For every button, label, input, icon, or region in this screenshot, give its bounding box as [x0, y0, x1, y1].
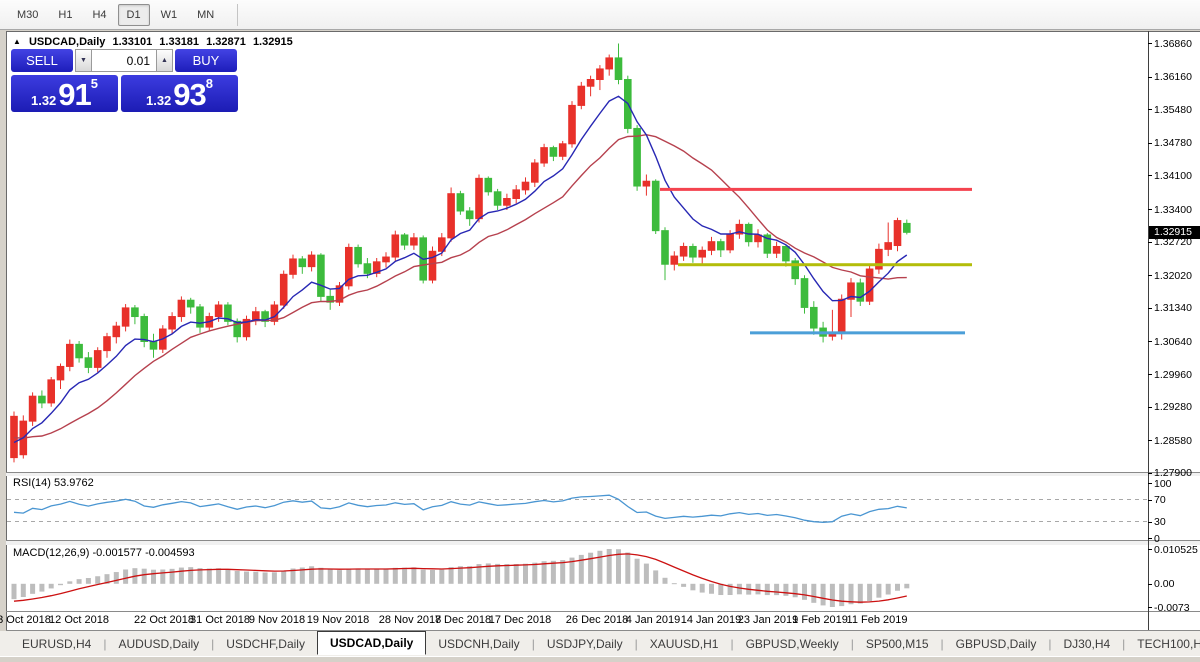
macd-axis-tick — [1148, 607, 1152, 608]
tab-audusd-daily[interactable]: AUDUSD,Daily — [106, 633, 211, 655]
date-axis-label: 12 Oct 2018 — [49, 614, 109, 626]
hline-resistance[interactable] — [660, 187, 972, 191]
price-axis-tick — [1148, 109, 1152, 110]
price-axis-label: 1.34780 — [1154, 137, 1192, 149]
tab-tech100-h1[interactable]: TECH100,H1 — [1125, 633, 1200, 655]
date-axis-label: 7 Dec 2018 — [434, 614, 492, 626]
hline-mid-support[interactable] — [678, 263, 972, 267]
date-axis-label: 9 Nov 2018 — [248, 614, 306, 626]
price-axis-tick — [1148, 43, 1152, 44]
price-axis-label: 1.36860 — [1154, 38, 1192, 50]
macd-axis-label: -0.0073 — [1154, 602, 1190, 614]
timeframe-button-h4[interactable]: H4 — [83, 4, 115, 26]
toolbar-separator — [237, 3, 239, 26]
tab-xauusd-h1[interactable]: XAUUSD,H1 — [638, 633, 731, 655]
tab-eurusd-h4[interactable]: EURUSD,H4 — [10, 633, 103, 655]
price-axis-label: 1.33400 — [1154, 204, 1192, 216]
date-axis-label: 28 Nov 2018 — [378, 614, 442, 626]
macd-bottom-border — [6, 611, 1200, 612]
price-axis-label: 1.28580 — [1154, 435, 1192, 447]
tab-usdchf-daily[interactable]: USDCHF,Daily — [214, 633, 317, 655]
price-axis-label: 1.34100 — [1154, 170, 1192, 182]
price-axis-label: 1.29280 — [1154, 401, 1192, 413]
rsi-axis-tick — [1148, 500, 1152, 501]
tab-sp500-m15[interactable]: SP500,M15 — [854, 633, 941, 655]
price-axis-tick — [1148, 242, 1152, 243]
rsi-axis-tick — [1148, 538, 1152, 539]
price-axis-tick — [1148, 77, 1152, 78]
price-axis-label: 1.32020 — [1154, 270, 1192, 282]
timeframe-button-d1[interactable]: D1 — [117, 3, 150, 26]
current-price-tag: 1.32915 — [1149, 226, 1200, 239]
tab-dj30-h4[interactable]: DJ30,H4 — [1051, 633, 1122, 655]
main-price-chart[interactable] — [7, 32, 1148, 472]
rsi-axis-label: 70 — [1154, 494, 1166, 506]
rsi-axis-label: 30 — [1154, 516, 1166, 528]
tab-usdcnh-daily[interactable]: USDCNH,Daily — [426, 633, 531, 655]
price-axis-tick — [1148, 143, 1152, 144]
price-axis-border — [1148, 31, 1149, 630]
timeframe-button-w1[interactable]: W1 — [152, 4, 187, 26]
tab-usdcad-daily[interactable]: USDCAD,Daily — [316, 630, 427, 655]
date-axis-label: 23 Jan 2019 — [737, 614, 799, 626]
date-axis-label: 31 Oct 2018 — [190, 614, 250, 626]
chart-tab-bar: EURUSD,H4 | AUDUSD,Daily | USDCHF,Daily USDCA… — [0, 630, 1200, 656]
rsi-axis-label: 100 — [1154, 478, 1172, 490]
price-axis-tick — [1148, 440, 1152, 441]
date-axis-label: 11 Feb 2019 — [846, 614, 908, 626]
date-axis-label: 19 Nov 2018 — [306, 614, 370, 626]
price-axis-label: 1.29960 — [1154, 369, 1192, 381]
macd-axis-label: 0.010525 — [1154, 544, 1198, 556]
date-axis-label: 3 Oct 2018 — [0, 614, 51, 626]
price-axis-label: 1.35480 — [1154, 104, 1192, 116]
rsi-panel[interactable] — [7, 476, 1148, 540]
rsi-axis-tick — [1148, 483, 1152, 484]
price-axis-tick — [1148, 209, 1152, 210]
timeframe-button-mn[interactable]: MN — [188, 4, 223, 26]
timeframe-button-m30[interactable]: M30 — [8, 4, 47, 26]
tab-gbpusd-weekly[interactable]: GBPUSD,Weekly — [734, 633, 851, 655]
date-axis-label: 26 Dec 2018 — [565, 614, 629, 626]
price-axis-tick — [1148, 341, 1152, 342]
timeframe-buttons: M30 H1 H4 D1 W1 MN — [8, 3, 225, 26]
price-axis-label: 1.31340 — [1154, 302, 1192, 314]
date-axis-label: 1 Feb 2019 — [792, 614, 848, 626]
rsi-axis-tick — [1148, 522, 1152, 523]
price-axis-label: 1.36160 — [1154, 71, 1192, 83]
macd-axis-label: 0.00 — [1154, 578, 1175, 590]
macd-axis-tick — [1148, 549, 1152, 550]
timeframe-button-h1[interactable]: H1 — [49, 4, 81, 26]
date-axis-label: 14 Jan 2019 — [680, 614, 742, 626]
hline-low-support[interactable] — [750, 331, 965, 335]
tab-usdjpy-daily[interactable]: USDJPY,Daily — [535, 633, 635, 655]
macd-panel[interactable] — [7, 545, 1148, 611]
status-strip — [0, 656, 1200, 662]
price-axis-tick — [1148, 275, 1152, 276]
date-axis-label: 4 Jan 2019 — [625, 614, 681, 626]
price-axis-tick — [1148, 374, 1152, 375]
chart-tabs: EURUSD,H4 | AUDUSD,Daily | USDCHF,Daily USDCA… — [10, 630, 1200, 656]
date-axis-label: 22 Oct 2018 — [134, 614, 194, 626]
price-axis-tick — [1148, 175, 1152, 176]
date-axis-label: 17 Dec 2018 — [488, 614, 552, 626]
tab-gbpusd-daily[interactable]: GBPUSD,Daily — [944, 633, 1049, 655]
price-axis-tick — [1148, 473, 1152, 474]
price-axis-tick — [1148, 407, 1152, 408]
price-axis-tick — [1148, 308, 1152, 309]
macd-axis-tick — [1148, 584, 1152, 585]
timeframe-toolbar: M30 H1 H4 D1 W1 MN — [0, 0, 1200, 30]
price-axis-label: 1.30640 — [1154, 336, 1192, 348]
